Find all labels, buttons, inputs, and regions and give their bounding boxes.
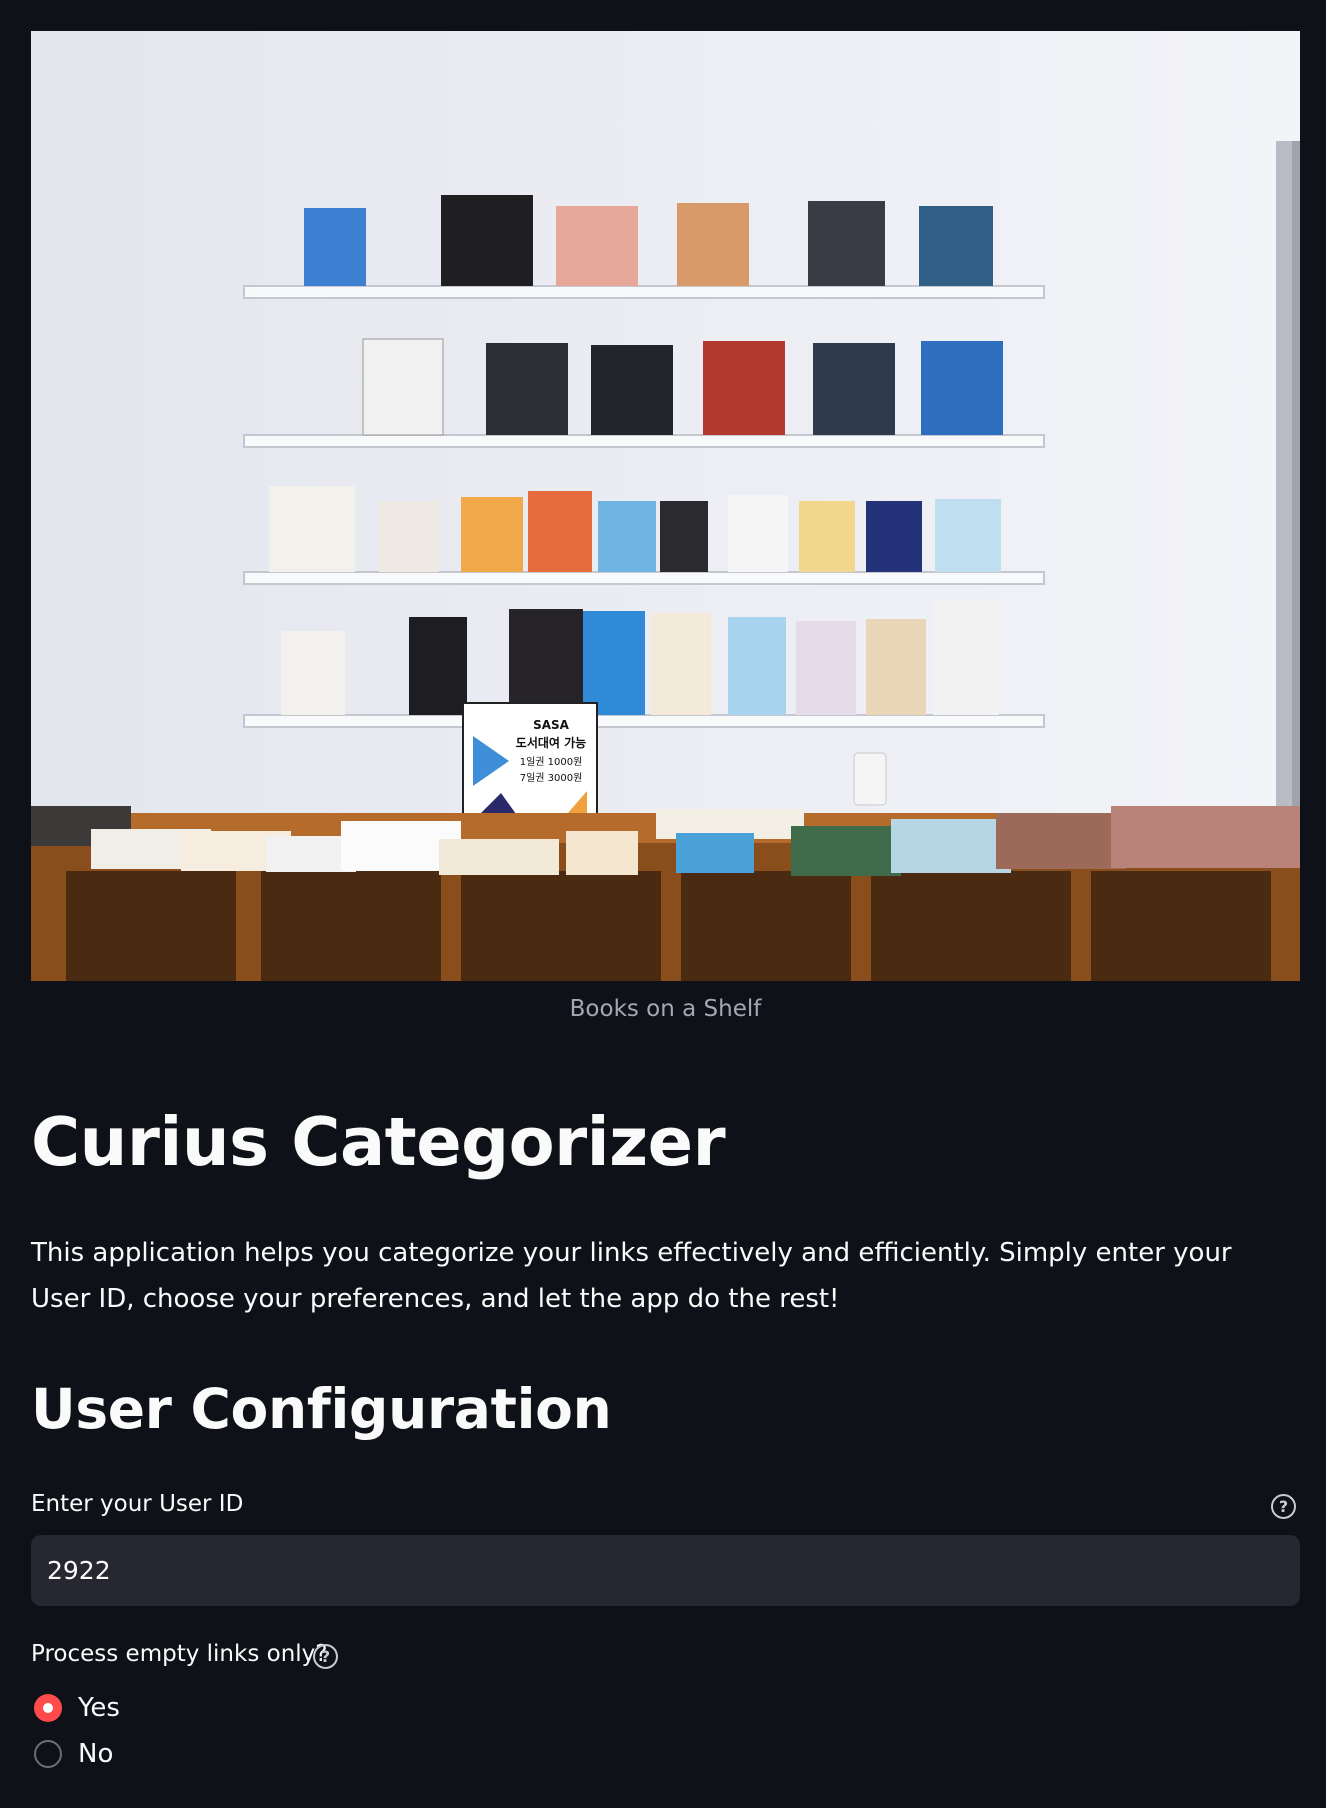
section-title: User Configuration	[31, 1377, 612, 1441]
radio-option-label: No	[78, 1739, 114, 1769]
page-description: This application helps you categorize yo…	[31, 1238, 1232, 1314]
bookshelf-illustration: SASA 도서대여 가능 1일권 1000원 7일권 3000원	[31, 31, 1300, 981]
radio-unselected-icon[interactable]	[34, 1740, 62, 1768]
app-page: SASA 도서대여 가능 1일권 1000원 7일권 3000원 Books o…	[0, 0, 1326, 1808]
sign-line-4: 7일권 3000원	[520, 772, 583, 784]
image-caption: Books on a Shelf	[569, 996, 762, 1022]
question-circle-icon[interactable]: ?	[1271, 1494, 1296, 1519]
radio-option-yes[interactable]: Yes	[34, 1693, 120, 1723]
user-id-label: Enter your User ID	[31, 1491, 244, 1517]
radio-option-label: Yes	[78, 1693, 120, 1723]
user-id-value: 2922	[47, 1556, 111, 1585]
radio-option-no[interactable]: No	[34, 1739, 113, 1769]
user-id-input[interactable]: 2922	[31, 1535, 1300, 1606]
question-circle-icon[interactable]: ?	[313, 1644, 338, 1669]
sign-line-1: SASA	[533, 718, 570, 732]
radio-selected-icon[interactable]	[34, 1694, 62, 1722]
sign-line-2: 도서대여 가능	[516, 735, 586, 750]
empty-links-label: Process empty links only?	[31, 1641, 328, 1667]
sign-line-3: 1일권 1000원	[520, 756, 583, 768]
page-title: Curius Categorizer	[31, 1103, 726, 1181]
hero-image: SASA 도서대여 가능 1일권 1000원 7일권 3000원	[31, 31, 1300, 981]
